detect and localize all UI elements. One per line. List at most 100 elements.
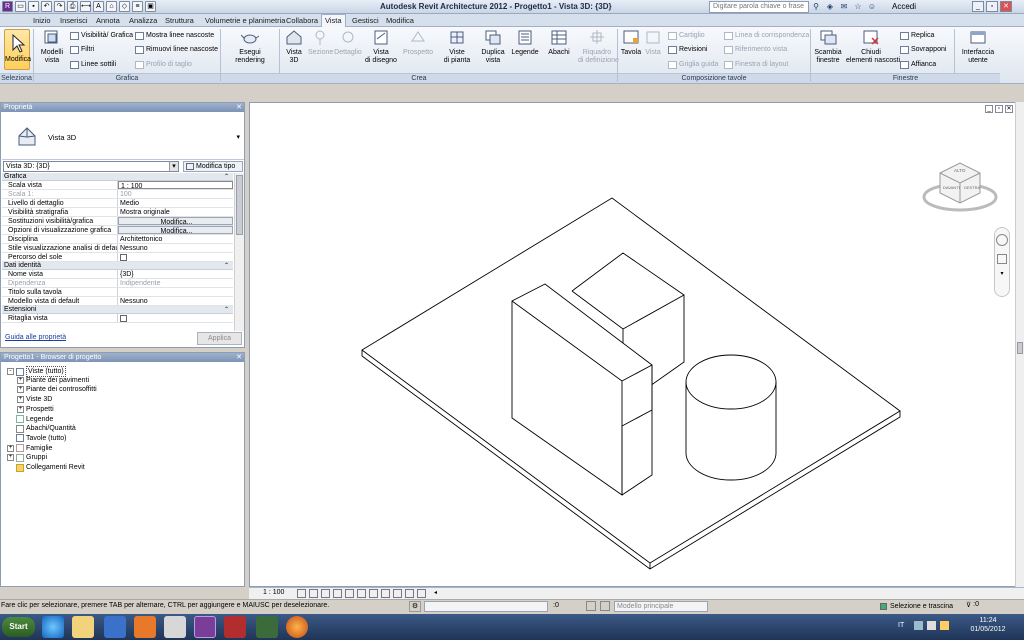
shadows-icon[interactable]	[333, 589, 342, 598]
rendering-icon[interactable]	[345, 589, 354, 598]
sovrapponi-button[interactable]: Sovrapponi	[900, 45, 946, 54]
3d-view-icon[interactable]: ⌂	[106, 1, 117, 12]
revit-taskbar-icon[interactable]	[194, 616, 216, 638]
property-value[interactable]: Modifica...	[118, 226, 233, 234]
tab-inserisci[interactable]: Inserisci	[57, 15, 91, 27]
browser-tree-item[interactable]: Legende	[7, 415, 53, 424]
collapse-icon[interactable]: ⌃	[224, 173, 229, 181]
rimuovi-linee-nascoste-button[interactable]: Rimuovi linee nascoste	[135, 45, 218, 54]
browser-tree-item[interactable]: + Gruppi	[7, 453, 47, 462]
collapse-icon[interactable]: ⌃	[224, 306, 229, 314]
crop-view-icon[interactable]	[357, 589, 366, 598]
steering-wheel-icon[interactable]	[996, 234, 1008, 246]
tavola-button[interactable]: Tavola	[620, 29, 642, 57]
browser-tree-item[interactable]: Tavole (tutto)	[7, 434, 66, 443]
drag-select-toggle[interactable]: Selezione e trascina	[880, 602, 953, 610]
section-icon[interactable]: ◇	[119, 1, 130, 12]
property-value[interactable]	[118, 314, 233, 322]
abachi-button[interactable]: Abachi	[544, 29, 574, 57]
tab-volumetrie[interactable]: Volumetrie e planimetria	[202, 15, 288, 27]
modifica-tipo-button[interactable]: Modifica tipo	[183, 161, 243, 172]
switch-windows-icon[interactable]: ▣	[145, 1, 156, 12]
explorer-folder-icon[interactable]	[72, 616, 94, 638]
property-value[interactable]: Nessuno	[118, 244, 233, 252]
print-icon[interactable]: ⎙	[67, 1, 78, 12]
revisioni-button[interactable]: Revisioni	[668, 45, 707, 54]
scale-selector[interactable]: 1 : 100	[263, 589, 284, 596]
worksets-icon[interactable]: ⚙	[409, 601, 421, 612]
browser-tree-item[interactable]: Collegamenti Revit	[7, 463, 85, 472]
lock-3d-icon[interactable]	[381, 589, 390, 598]
collapse-icon[interactable]: -	[7, 368, 14, 375]
design-option-select-icon[interactable]	[600, 601, 610, 611]
property-value[interactable]: Nessuno	[118, 297, 233, 305]
measure-icon[interactable]: ⟷	[80, 1, 91, 12]
tray-icon[interactable]	[914, 621, 923, 630]
riquadro-di-definizione-button[interactable]: Riquadro di definizione	[578, 29, 619, 65]
browser-tree-item[interactable]: + Piante dei controsoffitti	[17, 385, 97, 394]
dettaglio-button[interactable]: Dettaglio	[334, 29, 362, 57]
cartiglio-button[interactable]: Cartiglio	[668, 31, 705, 40]
viste-di-pianta-button[interactable]: Viste di pianta	[442, 29, 472, 65]
binoculars-icon[interactable]: ⚲	[811, 2, 821, 12]
favorites-icon[interactable]: ☆	[853, 2, 863, 12]
visibilita-grafica-button[interactable]: Visibilità/ Grafica	[70, 31, 133, 40]
scroll-thumb[interactable]	[236, 175, 243, 235]
property-value[interactable]: Mostra originale	[118, 208, 233, 216]
tab-analizza[interactable]: Analizza	[126, 15, 160, 27]
acrobat-icon[interactable]	[224, 616, 246, 638]
tab-struttura[interactable]: Struttura	[162, 15, 197, 27]
type-selector[interactable]: Vista 3D ▾	[2, 113, 244, 160]
browser-tree-item[interactable]: + Famiglie	[7, 444, 52, 453]
help-search-input[interactable]: Digitare parola chiave o frase	[709, 1, 809, 13]
maximize-button[interactable]: ▫	[986, 1, 998, 12]
expand-icon[interactable]: +	[17, 405, 24, 413]
interfaccia-utente-button[interactable]: Interfaccia utente	[958, 29, 998, 65]
modifica-button[interactable]: Modifica	[4, 29, 31, 70]
network-icon[interactable]	[927, 621, 936, 630]
subscription-icon[interactable]: ◈	[825, 2, 835, 12]
paint-icon[interactable]	[164, 616, 186, 638]
property-value[interactable]: Modifica...	[118, 217, 233, 225]
checkbox-icon[interactable]	[880, 603, 887, 610]
viewcube-icon[interactable]: ALTO DAVANTI DESTRA	[920, 151, 1000, 215]
collapse-icon[interactable]: ⌃	[224, 262, 229, 270]
expand-icon[interactable]: +	[7, 444, 14, 452]
browser-tree-item[interactable]: + Piante dei pavimenti	[17, 376, 89, 385]
mostra-linee-nascoste-button[interactable]: Mostra linee nascoste	[135, 31, 214, 40]
properties-header[interactable]: Proprietà ✕	[1, 103, 244, 112]
thin-lines-icon[interactable]: ≡	[132, 1, 143, 12]
expand-icon[interactable]: +	[17, 376, 24, 384]
property-section-header[interactable]: Estensioni ⌃	[2, 306, 233, 314]
language-indicator[interactable]: IT	[898, 622, 904, 629]
esegui-rendering-button[interactable]: Esegui rendering	[224, 29, 276, 65]
navisworks-icon[interactable]	[256, 616, 278, 638]
scroll-thumb[interactable]	[1017, 342, 1023, 354]
sun-path-icon[interactable]	[321, 589, 330, 598]
revit-menu-icon[interactable]: R	[2, 1, 13, 12]
filtri-button[interactable]: Filtri	[70, 45, 94, 54]
detail-level-icon[interactable]	[297, 589, 306, 598]
show-crop-icon[interactable]	[369, 589, 378, 598]
browser-header[interactable]: Progetto1 - Browser di progetto ✕	[1, 353, 244, 362]
property-section-header[interactable]: Grafica ⌃	[2, 173, 233, 181]
scambia-finestre-button[interactable]: Scambia finestre	[813, 29, 843, 65]
scroll-left-icon[interactable]: ◂	[434, 589, 441, 598]
tab-inizio[interactable]: Inizio	[30, 15, 54, 27]
checkbox[interactable]	[120, 315, 127, 322]
filter-count[interactable]: ⊽:0	[966, 601, 979, 609]
media-player-icon[interactable]	[134, 616, 156, 638]
properties-scrollbar[interactable]	[234, 173, 244, 331]
sign-in-link[interactable]: Accedi	[892, 2, 916, 11]
panel-composizione-tavole[interactable]: Composizione tavole	[618, 73, 810, 83]
model-select[interactable]: Modello principale	[614, 601, 708, 612]
duplica-vista-button[interactable]: Duplica vista	[478, 29, 508, 65]
drawing-viewport[interactable]: _ ▫ ✕ ALTO DAVANTI DESTRA ▾	[249, 102, 1018, 587]
open-icon[interactable]: ▭	[15, 1, 26, 12]
zoom-icon[interactable]	[997, 254, 1007, 264]
communication-icon[interactable]: ✉	[839, 2, 849, 12]
expand-icon[interactable]: +	[17, 396, 24, 404]
checkbox[interactable]	[120, 254, 127, 261]
browser-tree-item[interactable]: + Prospetti	[17, 405, 54, 414]
sezione-button[interactable]: Sezione	[308, 29, 333, 57]
